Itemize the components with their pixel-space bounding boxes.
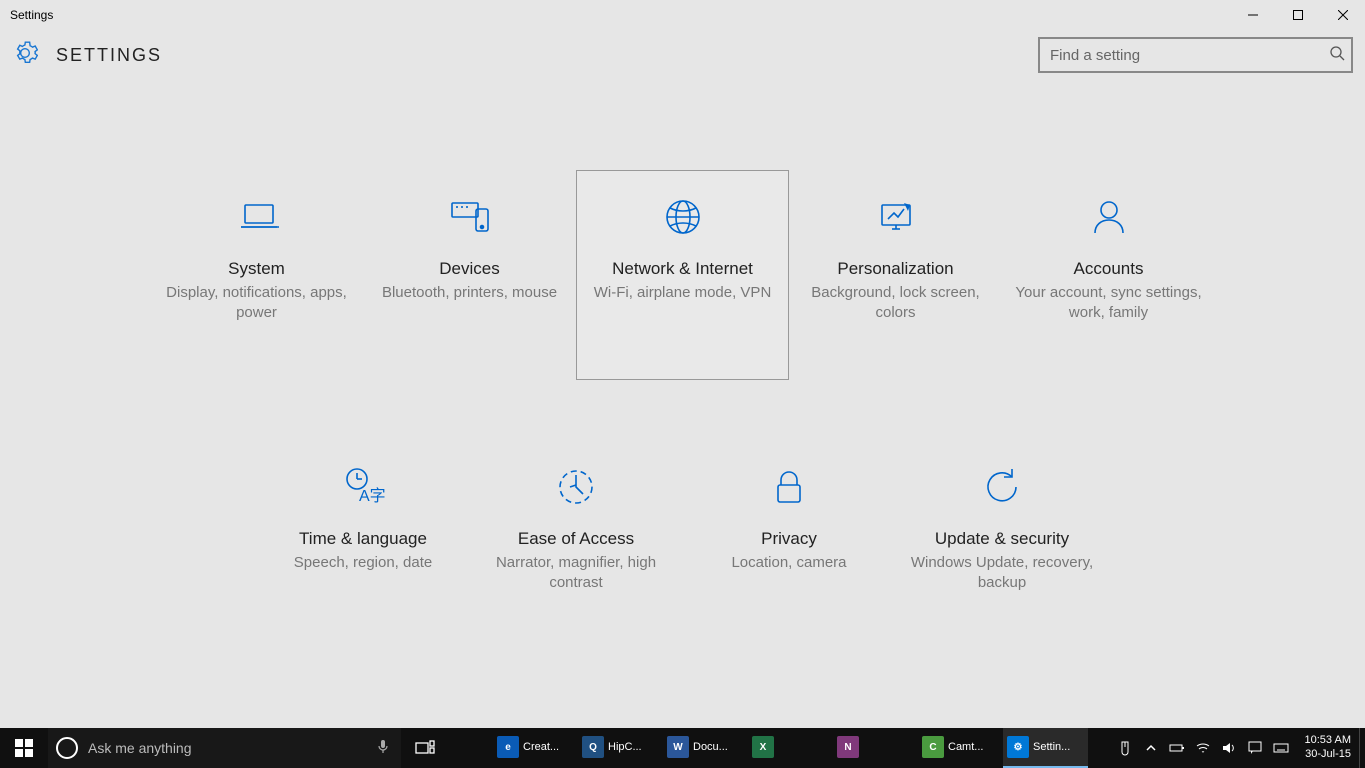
tile-globe[interactable]: Network & Internet Wi-Fi, airplane mode, … (576, 170, 789, 380)
start-button[interactable] (0, 728, 48, 768)
tile-privacy[interactable]: Privacy Location, camera (683, 440, 896, 650)
tile-title: Devices (439, 259, 499, 279)
taskbar-app-camt[interactable]: C Camt... (918, 728, 1003, 768)
app-label: Docu... (693, 741, 728, 753)
app-label: Creat... (523, 741, 559, 753)
battery-tray-icon (1169, 740, 1185, 756)
tile-desc: Location, camera (727, 553, 850, 573)
content: System Display, notifications, apps, powe… (0, 80, 1365, 728)
tile-title: Privacy (761, 529, 817, 549)
tile-desc: Wi-Fi, airplane mode, VPN (590, 283, 776, 303)
tile-update[interactable]: Update & security Windows Update, recover… (896, 440, 1109, 650)
tile-desc: Your account, sync settings, work, famil… (1011, 283, 1206, 324)
cortana-placeholder: Ask me anything (88, 740, 375, 756)
ease-of-access-icon (554, 459, 598, 515)
cortana-icon (56, 737, 78, 759)
header: SETTINGS (0, 30, 1365, 80)
tile-title: Update & security (935, 529, 1069, 549)
tile-time-language[interactable]: Time & language Speech, region, date (257, 440, 470, 650)
tile-desc: Speech, region, date (290, 553, 436, 573)
tile-title: Network & Internet (612, 259, 753, 279)
microphone-icon[interactable] (375, 739, 401, 758)
action-center-tray-icon[interactable] (1247, 740, 1263, 756)
hip-app-icon: Q (582, 736, 604, 758)
taskbar-apps: e Creat... Q HipC... W Docu... X N C Camt... ⚙ Sett… (493, 728, 1109, 768)
onenote-app-icon: N (837, 736, 859, 758)
tile-title: Personalization (837, 259, 953, 279)
taskbar-app-word[interactable]: W Docu... (663, 728, 748, 768)
tile-title: Time & language (299, 529, 427, 549)
cortana-search[interactable]: Ask me anything (48, 728, 401, 768)
taskbar-app-excel[interactable]: X (748, 728, 833, 768)
privacy-icon (767, 459, 811, 515)
accounts-icon (1087, 189, 1131, 245)
volume-tray-icon (1221, 740, 1237, 756)
tile-desc: Narrator, magnifier, high contrast (479, 553, 674, 594)
clock-date: 30-Jul-15 (1305, 748, 1351, 762)
taskbar-app-settings[interactable]: ⚙ Settin... (1003, 728, 1088, 768)
tile-desc: Background, lock screen, colors (798, 283, 993, 324)
app-label: Settin... (1033, 741, 1070, 753)
clock-time: 10:53 AM (1305, 734, 1351, 748)
tile-title: Ease of Access (518, 529, 634, 549)
word-app-icon: W (667, 736, 689, 758)
tile-title: Accounts (1074, 259, 1144, 279)
tile-laptop[interactable]: System Display, notifications, apps, powe… (150, 170, 363, 380)
app-label: Camt... (948, 741, 983, 753)
page-title: SETTINGS (56, 45, 1038, 66)
taskbar: Ask me anything e Creat... Q HipC... W Docu..… (0, 728, 1365, 768)
time-language-icon (341, 459, 385, 515)
taskbar-clock[interactable]: 10:53 AM 30-Jul-15 (1297, 728, 1359, 768)
system-tray[interactable] (1109, 728, 1297, 768)
window-title: Settings (10, 8, 1230, 22)
tile-accounts[interactable]: Accounts Your account, sync settings, wor… (1002, 170, 1215, 380)
devices-icon (448, 189, 492, 245)
window-controls (1230, 0, 1365, 30)
personalize-icon (874, 189, 918, 245)
keyboard-tray-icon[interactable] (1273, 740, 1289, 756)
tile-personalize[interactable]: Personalization Background, lock screen, … (789, 170, 1002, 380)
tile-desc: Bluetooth, printers, mouse (378, 283, 561, 303)
minimize-button[interactable] (1230, 0, 1275, 30)
laptop-icon (235, 189, 279, 245)
taskbar-app-edge[interactable]: e Creat... (493, 728, 578, 768)
excel-app-icon: X (752, 736, 774, 758)
update-icon (980, 459, 1024, 515)
taskbar-app-hip[interactable]: Q HipC... (578, 728, 663, 768)
taskbar-app-onenote[interactable]: N (833, 728, 918, 768)
maximize-button[interactable] (1275, 0, 1320, 30)
mouse-tray-icon (1117, 740, 1133, 756)
titlebar: Settings (0, 0, 1365, 30)
close-button[interactable] (1320, 0, 1365, 30)
edge-app-icon: e (497, 736, 519, 758)
app-label: HipC... (608, 741, 642, 753)
search-input[interactable] (1050, 47, 1329, 64)
task-view-button[interactable] (401, 728, 449, 768)
globe-icon (661, 189, 705, 245)
wifi-tray-icon (1195, 740, 1211, 756)
settings-app-icon: ⚙ (1007, 736, 1029, 758)
tile-desc: Display, notifications, apps, power (159, 283, 354, 324)
camt-app-icon: C (922, 736, 944, 758)
show-desktop-button[interactable] (1359, 728, 1365, 768)
search-box[interactable] (1038, 37, 1353, 73)
settings-grid: System Display, notifications, apps, powe… (148, 170, 1218, 650)
tile-title: System (228, 259, 285, 279)
settings-gear-icon (12, 40, 38, 71)
tile-ease-of-access[interactable]: Ease of Access Narrator, magnifier, high … (470, 440, 683, 650)
search-icon (1329, 45, 1345, 66)
tile-devices[interactable]: Devices Bluetooth, printers, mouse (363, 170, 576, 380)
tile-desc: Windows Update, recovery, backup (905, 553, 1100, 594)
tray-arrow-icon[interactable] (1143, 740, 1159, 756)
